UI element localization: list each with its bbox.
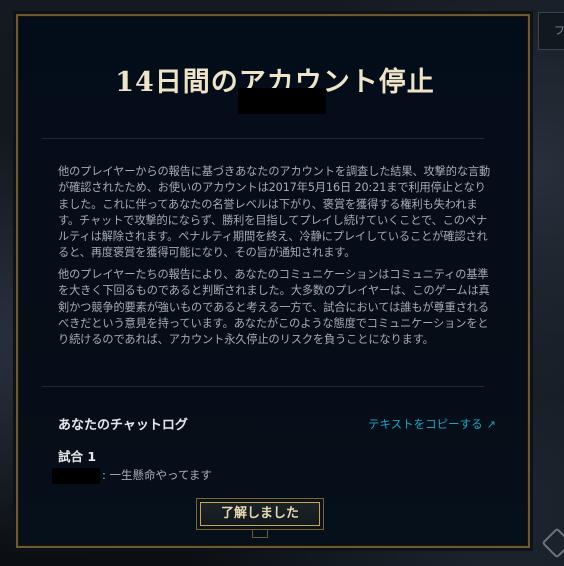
acknowledge-button[interactable]: 了解しました <box>200 502 320 526</box>
body-paragraph-1: 他のプレイヤーからの報告に基づきあなたのアカウントを調査した結果、攻撃的な言動が… <box>58 165 491 260</box>
chat-message-row: : 一生懸命やってます <box>52 466 212 484</box>
divider-bottom <box>42 386 484 387</box>
ok-button-notch <box>252 530 268 538</box>
suspension-dialog: 14日間のアカウント停止 他のプレイヤーからの報告に基づきあなたのアカウントを調… <box>16 14 530 548</box>
redacted-player-name <box>52 467 100 484</box>
copy-text-link[interactable]: テキストをコピーする ↗ <box>368 416 496 432</box>
divider-top <box>42 138 484 139</box>
external-arrow-icon: ↗ <box>486 418 496 431</box>
copy-text-label: テキストをコピーする <box>368 417 483 431</box>
chatlog-heading: あなたのチャットログ <box>58 418 188 433</box>
redacted-summoner-name <box>238 88 326 114</box>
chat-message-text: : 一生懸命やってます <box>102 468 212 482</box>
body-paragraph-2: 他のプレイヤーたちの報告により、あなたのコミュニケーションはコミュニティの基準を… <box>58 268 490 347</box>
match-label: 試合 1 <box>58 449 97 464</box>
background-tab-label: フ <box>554 24 564 37</box>
